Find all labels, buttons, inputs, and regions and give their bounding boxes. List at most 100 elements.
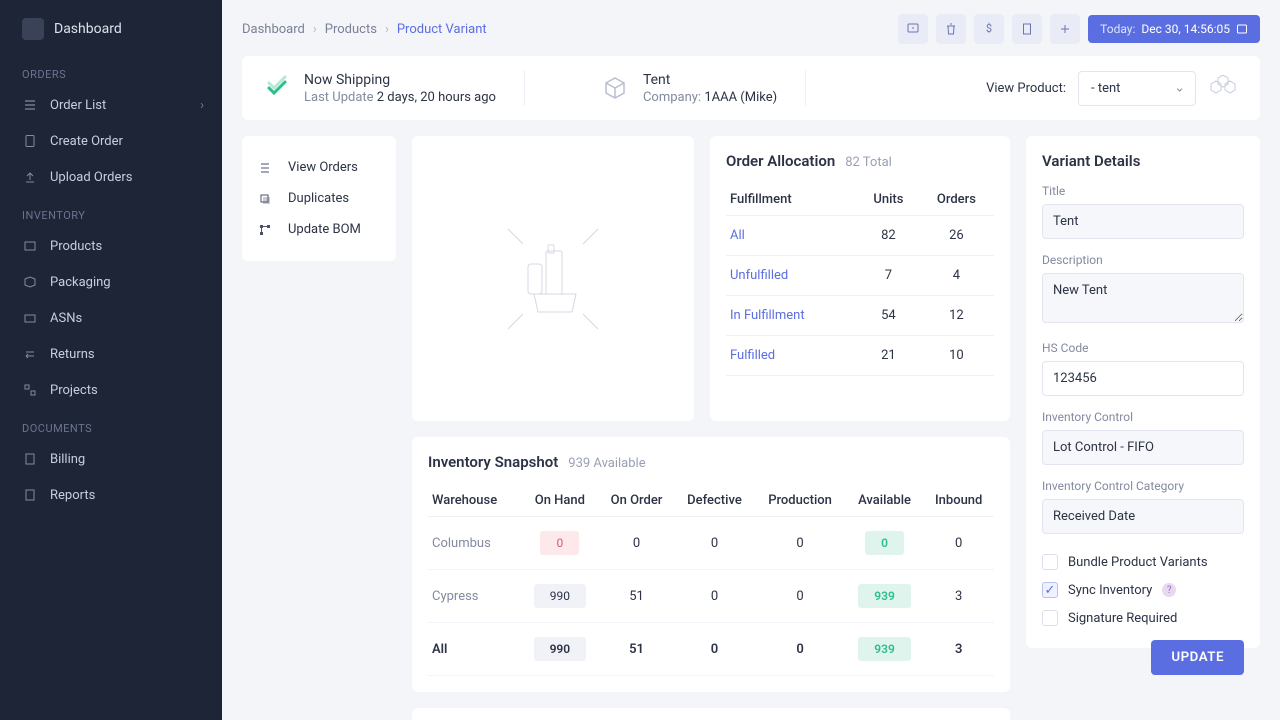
product-select[interactable]: - tent ⌄ (1078, 71, 1196, 106)
today-value: Dec 30, 14:56:05 (1141, 22, 1230, 36)
table-row: Cypress 9905100 9393 (428, 570, 994, 623)
title-input[interactable] (1042, 204, 1244, 239)
description-input[interactable] (1042, 273, 1244, 323)
sidebar-item-reports[interactable]: Reports (0, 477, 222, 513)
allocation-title: Order Allocation (726, 152, 835, 170)
allocation-total: 82 Total (845, 155, 892, 170)
sidebar-item-upload-orders[interactable]: Upload Orders (0, 159, 222, 195)
billing-icon (22, 451, 38, 467)
duplicates-action[interactable]: Duplicates (258, 183, 380, 214)
sidebar-item-label: Create Order (50, 134, 123, 149)
cell: 7 (858, 256, 919, 296)
update-bom-action[interactable]: Update BOM (258, 214, 380, 245)
returns-icon (22, 346, 38, 362)
delete-button[interactable] (936, 14, 966, 44)
cell: 10 (919, 336, 994, 376)
col-header: Defective (675, 485, 755, 517)
cell: 82 (858, 216, 919, 256)
status-subtitle: Last Update 2 days, 20 hours ago (304, 90, 496, 105)
warehouse-cell: All (428, 623, 521, 676)
top-actions: $ Today: Dec 30, 14:56:05 (898, 14, 1260, 44)
update-button[interactable]: UPDATE (1151, 640, 1244, 675)
sidebar-item-packaging[interactable]: Packaging (0, 264, 222, 300)
fulfillment-link[interactable]: In Fulfillment (726, 296, 858, 336)
sidebar-item-projects[interactable]: Projects (0, 372, 222, 408)
breadcrumb-item[interactable]: Dashboard (242, 22, 305, 37)
brand-label: Dashboard (54, 21, 122, 37)
table-row: Fulfilled2110 (726, 336, 994, 376)
snapshot-table: WarehouseOn HandOn OrderDefectiveProduct… (428, 485, 994, 676)
next-card (412, 708, 1010, 720)
table-row: Unfulfilled74 (726, 256, 994, 296)
status-title: Now Shipping (304, 72, 496, 88)
fulfillment-link[interactable]: All (726, 216, 858, 256)
company-name: Company: 1AAA (Mike) (643, 90, 777, 105)
table-row: All8226 (726, 216, 994, 256)
product-name: Tent (643, 72, 777, 88)
sidebar-item-order-list[interactable]: Order List › (0, 87, 222, 123)
sidebar-item-label: Order List (50, 98, 106, 113)
sidebar-item-label: Products (50, 239, 102, 254)
fulfillment-link[interactable]: Fulfilled (726, 336, 858, 376)
snapshot-card: Inventory Snapshot 939 Available Warehou… (412, 437, 1010, 692)
signature-checkbox[interactable]: Signature Required (1042, 604, 1244, 632)
help-icon[interactable]: ? (1162, 583, 1176, 597)
sidebar-item-create-order[interactable]: Create Order (0, 123, 222, 159)
actions-card: View Orders Duplicates Update BOM (242, 136, 396, 261)
brand[interactable]: Dashboard (0, 18, 222, 54)
view-product-label: View Product: (986, 81, 1066, 96)
sidebar-item-label: ASNs (50, 311, 82, 326)
comment-button[interactable] (898, 14, 928, 44)
sidebar-item-products[interactable]: Products (0, 228, 222, 264)
projects-icon (22, 382, 38, 398)
icc-select[interactable]: Received Date (1042, 499, 1244, 534)
cell: 54 (858, 296, 919, 336)
action-label: View Orders (288, 160, 358, 175)
description-label: Description (1042, 253, 1244, 267)
badge: 939 (858, 584, 911, 608)
topbar: Dashboard › Products › Product Variant $… (222, 0, 1280, 56)
allocation-table: Fulfillment Units Orders All8226Unfulfil… (726, 184, 994, 376)
sidebar-item-asns[interactable]: ASNs (0, 300, 222, 336)
col-header: Units (858, 184, 919, 216)
view-orders-action[interactable]: View Orders (258, 152, 380, 183)
cell: 26 (919, 216, 994, 256)
svg-text:$: $ (986, 22, 992, 35)
divider (805, 70, 806, 106)
sidebar-item-label: Upload Orders (50, 170, 133, 185)
sidebar-item-label: Billing (50, 452, 85, 467)
sync-checkbox[interactable]: ✓ Sync Inventory ? (1042, 576, 1244, 604)
add-button[interactable] (1050, 14, 1080, 44)
fulfillment-link[interactable]: Unfulfilled (726, 256, 858, 296)
breadcrumb: Dashboard › Products › Product Variant (242, 22, 487, 37)
image-placeholder (412, 136, 694, 421)
bundle-checkbox[interactable]: Bundle Product Variants (1042, 548, 1244, 576)
table-row: Columbus 0000 00 (428, 517, 994, 570)
action-label: Duplicates (288, 191, 349, 206)
sidebar-item-label: Projects (50, 383, 98, 398)
calendar-icon (1236, 23, 1248, 35)
copy-icon (258, 192, 274, 206)
breadcrumb-item[interactable]: Products (325, 22, 377, 37)
cubes-icon[interactable] (1208, 75, 1238, 101)
warehouse-cell: Columbus (428, 517, 521, 570)
checkbox-icon (1042, 554, 1058, 570)
date-pill[interactable]: Today: Dec 30, 14:56:05 (1088, 15, 1260, 43)
shipping-icon (264, 75, 290, 101)
main: Dashboard › Products › Product Variant $… (222, 0, 1280, 720)
col-header: Inbound (923, 485, 994, 517)
bom-icon (258, 223, 274, 237)
hs-input[interactable] (1042, 361, 1244, 396)
ic-select[interactable]: Lot Control - FIFO (1042, 430, 1244, 465)
col-header: Warehouse (428, 485, 521, 517)
hs-label: HS Code (1042, 341, 1244, 355)
price-button[interactable]: $ (974, 14, 1004, 44)
table-row: In Fulfillment5412 (726, 296, 994, 336)
document-button[interactable] (1012, 14, 1042, 44)
icc-label: Inventory Control Category (1042, 479, 1244, 493)
file-icon (22, 133, 38, 149)
sidebar-item-billing[interactable]: Billing (0, 441, 222, 477)
details-card: Variant Details Title Description HS Cod… (1026, 136, 1260, 648)
sidebar-item-label: Reports (50, 488, 95, 503)
sidebar-item-returns[interactable]: Returns (0, 336, 222, 372)
